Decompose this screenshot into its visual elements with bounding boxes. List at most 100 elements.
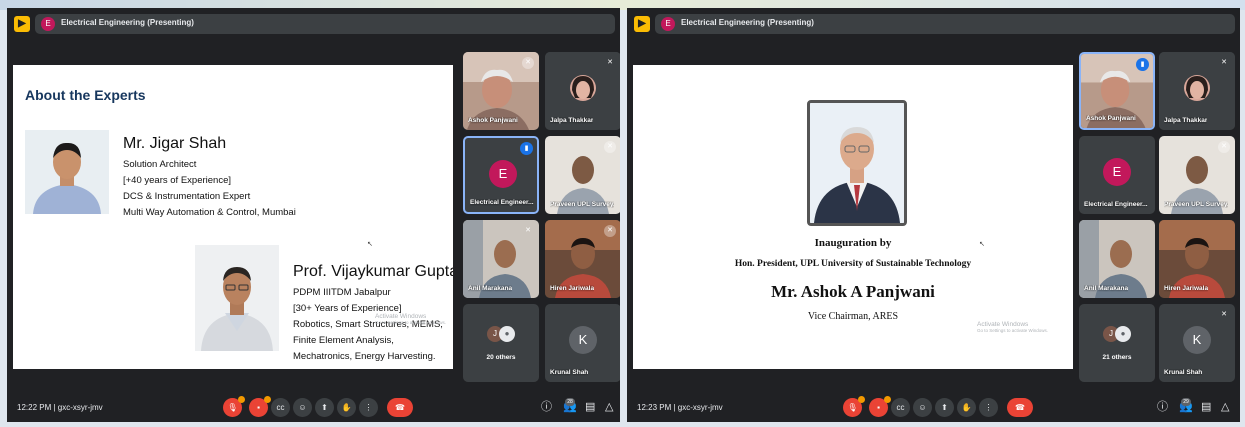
participant-tile-active-speaker[interactable]: E ▮ Electrical Engineer... [463, 136, 539, 214]
participant-tile[interactable]: ✕ Praveen UPL Survey... [545, 136, 620, 214]
info-icon[interactable]: ⓘ [541, 402, 552, 413]
raise-hand-icon[interactable]: ✋ [337, 398, 356, 417]
participant-tile[interactable]: ✕ Praveen UPL Survey... [1159, 136, 1235, 214]
mic-icon[interactable]: 🎙 [223, 396, 245, 417]
participant-avatar-photo: ● [499, 326, 515, 342]
slide-title: About the Experts [25, 87, 146, 103]
meeting-time: 12:22 PM [17, 403, 52, 412]
watermark-title: Activate Windows [375, 313, 427, 320]
meeting-controls-bar: 12:23 PM | gxc-xsyr-jmv 🎙 ▪ cc ☺ ⬆ ✋ ⋮ ☎… [627, 394, 1240, 422]
others-tile[interactable]: J ● 21 others [1079, 304, 1155, 382]
mic-icon[interactable]: 🎙 [843, 396, 865, 417]
raise-hand-icon[interactable]: ✋ [957, 398, 976, 417]
watermark-subtitle: Go to Settings to activate Windows. [375, 320, 447, 325]
emoji-icon[interactable]: ☺ [293, 398, 312, 417]
others-tile[interactable]: J ● 20 others [463, 304, 539, 382]
participant-tile[interactable]: ✕ Ashok Panjwani [463, 52, 539, 130]
mic-off-icon: ✕ [604, 225, 616, 237]
expert2-photo [195, 245, 279, 351]
captions-icon[interactable]: cc [271, 398, 290, 417]
presenter-avatar: E [661, 17, 675, 31]
meeting-info: 12:22 PM | gxc-xsyr-jmv [17, 403, 103, 412]
mic-off-icon: ✕ [525, 227, 531, 234]
more-options-icon[interactable]: ⋮ [359, 398, 378, 417]
participant-name: Jalpa Thakkar [550, 117, 594, 124]
expert1-name: Mr. Jigar Shah [123, 135, 227, 152]
meeting-code: gxc-xsyr-jmv [677, 403, 723, 412]
others-count: 20 others [486, 354, 516, 361]
mouse-cursor: ↖ [367, 241, 373, 248]
activities-icon[interactable]: △ [1221, 402, 1229, 413]
participant-avatar: K [569, 326, 597, 354]
info-icon[interactable]: ⓘ [1157, 402, 1168, 413]
participant-tile[interactable]: ✕ Hiren Jariwala [545, 220, 620, 298]
presentation-bar: ▶ E Electrical Engineering (Presenting) [7, 8, 620, 38]
meeting-time: 12:23 PM [637, 403, 672, 412]
expert2-line: Finite Element Analysis, [293, 335, 394, 346]
expert2-line: Mechatronics, Energy Harvesting. [293, 351, 436, 362]
hang-up-icon[interactable]: ☎ [1007, 398, 1033, 417]
participant-avatar: E [489, 160, 517, 188]
people-icon[interactable]: 29 👥 [1179, 398, 1193, 413]
people-count-badge: 29 [1181, 398, 1191, 406]
meet-window-left: ▶ E Electrical Engineering (Presenting) … [7, 8, 620, 422]
camera-icon[interactable]: ▪ [249, 396, 271, 417]
watermark-subtitle: Go to Settings to activate Windows. [977, 328, 1049, 333]
meet-window-right: ▶ E Electrical Engineering (Presenting) … [627, 8, 1240, 422]
people-count-badge: 28 [565, 398, 575, 406]
participant-tile[interactable]: E Electrical Engineer... [1079, 136, 1155, 214]
participant-tile[interactable]: K Krunal Shah [545, 304, 620, 382]
participant-name: Hiren Jariwala [1164, 285, 1209, 292]
participant-name: Hiren Jariwala [550, 285, 595, 292]
emoji-icon[interactable]: ☺ [913, 398, 932, 417]
present-icon[interactable]: ▶ [14, 16, 30, 32]
activities-icon[interactable]: △ [605, 402, 613, 413]
activate-windows-watermark: Activate Windows Go to Settings to activ… [375, 313, 446, 325]
captions-icon[interactable]: cc [891, 398, 910, 417]
participant-name: Anil Marakana [468, 285, 513, 292]
meeting-code: gxc-xsyr-jmv [57, 403, 103, 412]
expert1-line: Solution Architect [123, 159, 197, 170]
more-options-icon[interactable]: ⋮ [979, 398, 998, 417]
participant-tile[interactable]: K ✕ Krunal Shah [1159, 304, 1235, 382]
speaking-icon: ▮ [520, 142, 533, 155]
speaking-icon: ▮ [1136, 58, 1149, 71]
present-screen-icon[interactable]: ⬆ [315, 398, 334, 417]
hang-up-icon[interactable]: ☎ [387, 398, 413, 417]
participant-name: Praveen UPL Survey... [1164, 201, 1228, 208]
participant-tile-active-speaker[interactable]: ▮ Ashok Panjwani [1079, 52, 1155, 130]
people-icon[interactable]: 28 👥 [563, 398, 577, 413]
presenter-avatar: E [41, 17, 55, 31]
guest-photo [807, 100, 907, 226]
expert2-name: Prof. Vijaykumar Gupta [293, 263, 453, 280]
presenting-indicator[interactable]: E Electrical Engineering (Presenting) [35, 14, 615, 34]
activate-windows-watermark: Activate Windows Go to Settings to activ… [977, 321, 1048, 333]
participant-avatar: K [1183, 326, 1211, 354]
presenting-label: Electrical Engineering (Presenting) [681, 18, 814, 27]
expert1-line: [+40 years of Experience] [123, 175, 231, 186]
presenting-indicator[interactable]: E Electrical Engineering (Presenting) [655, 14, 1235, 34]
guest-name: Mr. Ashok A Panjwani [771, 282, 935, 301]
mic-off-icon: ✕ [1221, 311, 1227, 318]
present-screen-icon[interactable]: ⬆ [935, 398, 954, 417]
participant-name: Electrical Engineer... [470, 199, 534, 206]
participant-tile[interactable]: Anil Marakana [1079, 220, 1155, 298]
camera-icon[interactable]: ▪ [869, 396, 891, 417]
chat-icon[interactable]: ▤ [585, 402, 595, 413]
others-count: 21 others [1102, 354, 1132, 361]
participant-name: Electrical Engineer... [1084, 201, 1148, 208]
shared-slide: About the Experts Mr. Jigar Shah Solutio… [13, 65, 453, 369]
participant-tile[interactable]: ✕ Jalpa Thakkar [545, 52, 620, 130]
participant-tile[interactable]: ✕ Anil Marakana [463, 220, 539, 298]
expert1-line: Multi Way Automation & Control, Mumbai [123, 207, 296, 218]
presentation-bar: ▶ E Electrical Engineering (Presenting) [627, 8, 1240, 38]
participant-tile[interactable]: Hiren Jariwala [1159, 220, 1235, 298]
chat-icon[interactable]: ▤ [1201, 402, 1211, 413]
participant-tile[interactable]: ✕ Jalpa Thakkar [1159, 52, 1235, 130]
watermark-title: Activate Windows [977, 321, 1029, 328]
mic-off-icon: ✕ [604, 141, 616, 153]
mic-off-icon: ✕ [522, 57, 534, 69]
participant-name: Ashok Panjwani [468, 117, 518, 124]
slide-subheading: Hon. President, UPL University of Sustai… [734, 259, 972, 269]
present-icon[interactable]: ▶ [634, 16, 650, 32]
